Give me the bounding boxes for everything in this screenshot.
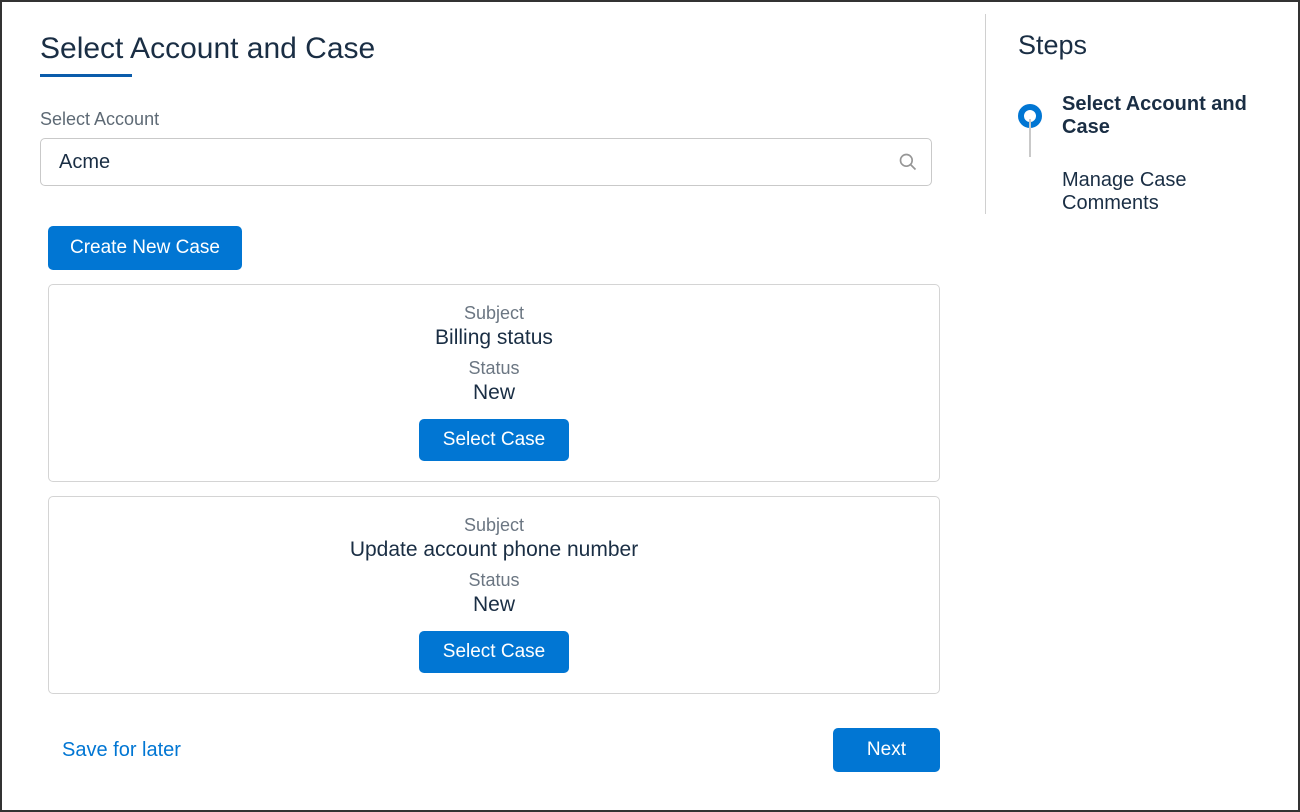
main-panel: Select Account and Case Select Account C… <box>2 2 985 810</box>
case-status-label: Status <box>468 358 519 379</box>
account-search-wrapper <box>40 138 932 186</box>
save-for-later-link[interactable]: Save for later <box>62 739 181 762</box>
case-subject-value: Billing status <box>435 326 553 350</box>
step-label: Select Account and Case <box>1062 93 1288 139</box>
case-subject-value: Update account phone number <box>350 538 638 562</box>
case-subject-label: Subject <box>464 303 524 324</box>
case-status-value: New <box>473 381 515 405</box>
account-field-label: Select Account <box>40 109 945 130</box>
case-card: Subject Billing status Status New Select… <box>48 284 940 482</box>
case-card: Subject Update account phone number Stat… <box>48 496 940 694</box>
case-status-label: Status <box>468 570 519 591</box>
footer: Save for later Next <box>40 728 940 772</box>
case-status-value: New <box>473 593 515 617</box>
create-new-case-button[interactable]: Create New Case <box>48 226 242 270</box>
step-item-select-account[interactable]: Select Account and Case <box>1018 93 1288 139</box>
step-connector <box>1029 119 1031 157</box>
steps-list: Select Account and Case Manage Case Comm… <box>1018 93 1288 215</box>
select-case-button[interactable]: Select Case <box>419 631 569 673</box>
account-search-input[interactable] <box>40 138 932 186</box>
page-title: Select Account and Case <box>40 32 945 66</box>
step-item-manage-comments[interactable]: Manage Case Comments <box>1018 169 1288 215</box>
step-label: Manage Case Comments <box>1062 169 1288 215</box>
search-icon <box>898 152 918 172</box>
steps-heading: Steps <box>1018 30 1288 61</box>
select-case-button[interactable]: Select Case <box>419 419 569 461</box>
title-underline <box>40 74 132 77</box>
steps-panel: Steps Select Account and Case Manage Cas… <box>986 2 1298 810</box>
next-button[interactable]: Next <box>833 728 940 772</box>
case-subject-label: Subject <box>464 515 524 536</box>
